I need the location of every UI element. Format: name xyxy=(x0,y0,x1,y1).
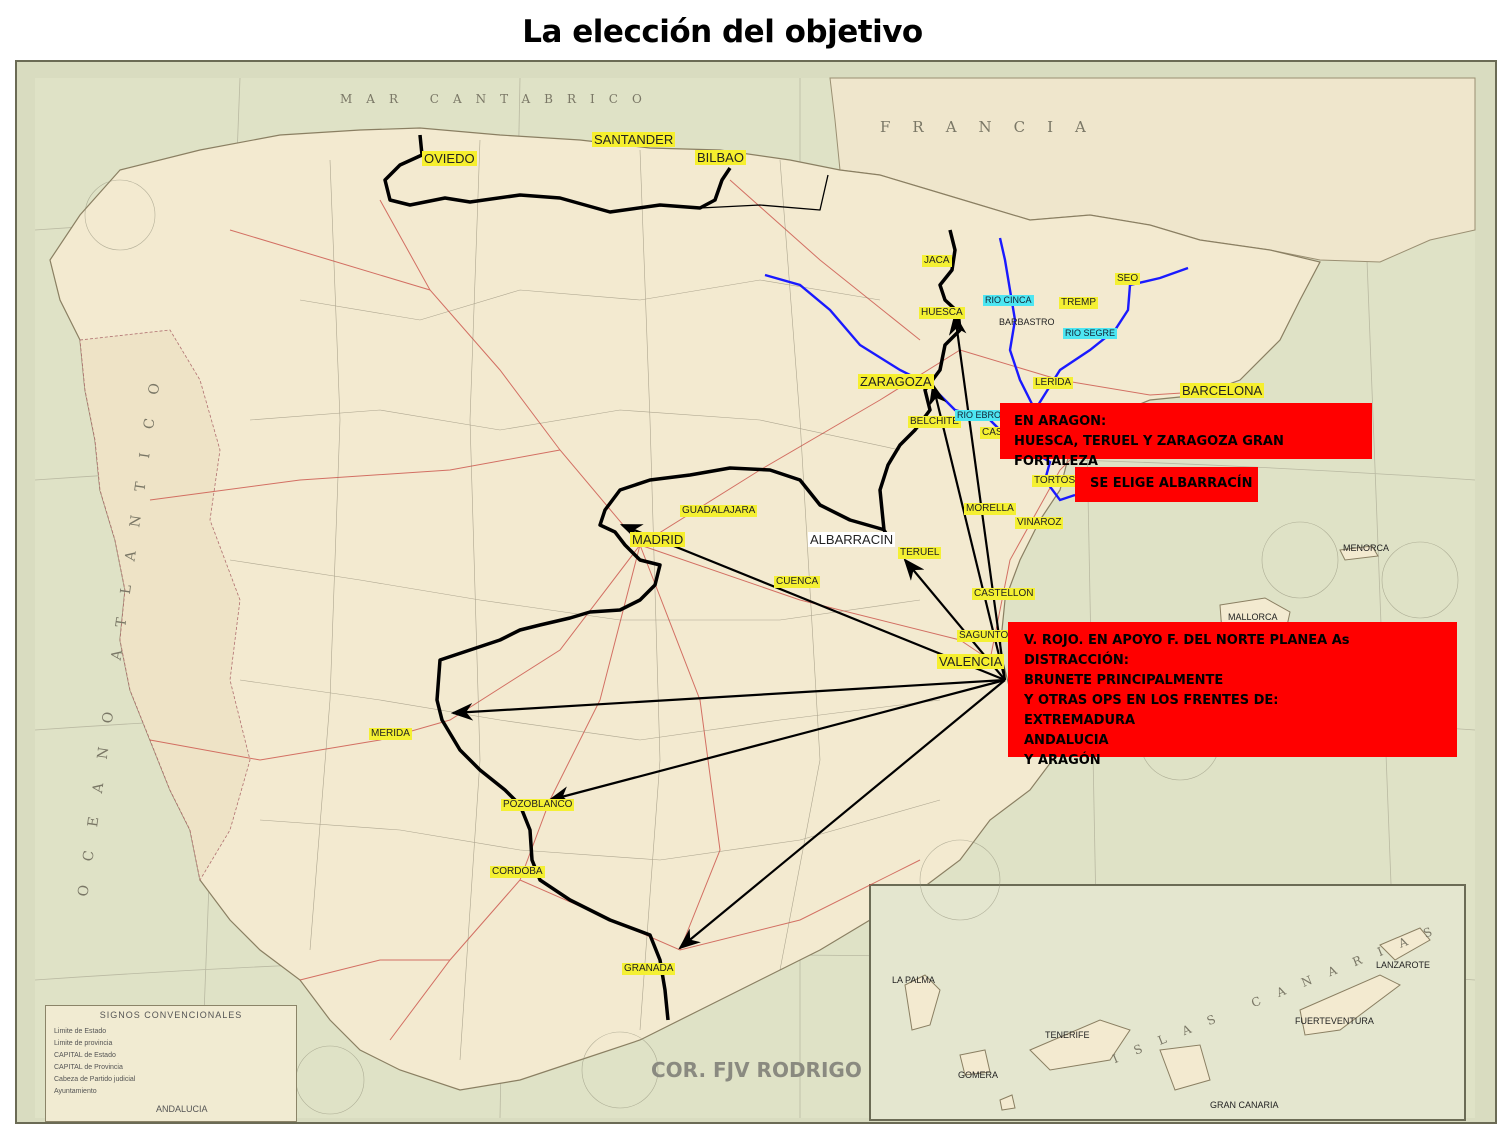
legend-title: SIGNOS CONVENCIONALES xyxy=(99,1010,243,1020)
city-label-barbastro: BARBASTRO xyxy=(999,317,1055,327)
cantabrico-text: MAR CANTABRICO xyxy=(340,92,656,106)
city-label-madrid: MADRID xyxy=(630,532,686,547)
city-label-jaca: JACA xyxy=(922,255,952,267)
menorca-label: MENORCA xyxy=(1343,543,1390,553)
city-label-granada: GRANADA xyxy=(622,963,676,975)
city-label-oviedo: OVIEDO xyxy=(422,151,477,166)
fuerteventura-label: FUERTEVENTURA xyxy=(1295,1016,1374,1026)
plan-box-line: V. ROJO. EN APOYO F. DEL NORTE PLANEA As… xyxy=(1024,633,1350,668)
gomera-label: GOMERA xyxy=(958,1070,999,1080)
city-label-barcelona: BARCELONA xyxy=(1180,383,1265,398)
aragon-annotation-box: EN ARAGON: HUESCA, TERUEL Y ZARAGOZA GRA… xyxy=(1000,403,1372,469)
author-credit: COR. FJV RODRIGO xyxy=(651,1058,862,1082)
city-label-lerida: LERIDA xyxy=(1033,377,1074,389)
legend-row: Ayuntamiento xyxy=(54,1088,97,1095)
river-label-segre: RIO SEGRE xyxy=(1063,328,1118,339)
france-text: FRANCIA xyxy=(880,118,1108,136)
tenerife-label: TENERIFE xyxy=(1045,1030,1090,1040)
map-legend: SIGNOS CONVENCIONALES Limite de Estado L… xyxy=(45,1005,297,1122)
gran-canaria-label: GRAN CANARIA xyxy=(1210,1100,1279,1110)
city-label-merida: MERIDA xyxy=(369,728,412,740)
city-label-huesca: HUESCA xyxy=(919,307,965,319)
legend-row: Limite de provincia xyxy=(54,1040,113,1047)
lanzarote-label: LANZAROTE xyxy=(1376,960,1431,970)
city-label-zaragoza: ZARAGOZA xyxy=(858,374,934,389)
city-label-cuenca: CUENCA xyxy=(774,576,821,588)
city-label-seo: SEO xyxy=(1115,273,1141,285)
mallorca-label: MALLORCA xyxy=(1228,612,1278,622)
city-label-valencia: VALENCIA xyxy=(937,654,1005,669)
plan-annotation-box: V. ROJO. EN APOYO F. DEL NORTE PLANEA As… xyxy=(1008,622,1457,768)
aragon-box-line: EN ARAGON: xyxy=(1014,414,1107,429)
plan-box-line: BRUNETE PRINCIPALMENTE xyxy=(1024,673,1224,688)
city-label-pozoblanco: POZOBLANCO xyxy=(501,799,575,811)
la-palma-label: LA PALMA xyxy=(892,975,935,985)
plan-box-line: Y ARAGÓN xyxy=(1024,753,1101,768)
plan-box-line: Y OTRAS OPS EN LOS FRENTES DE: xyxy=(1024,693,1279,708)
legend-row: Cabeza de Partido judicial xyxy=(54,1076,136,1083)
city-label-vinaroz: VINAROZ xyxy=(1015,517,1064,529)
river-label-ebro: RIO EBRO xyxy=(955,410,1004,421)
plan-box-line: EXTREMADURA xyxy=(1024,713,1136,728)
aragon-box-line: HUESCA, TERUEL Y ZARAGOZA GRAN FORTALEZA xyxy=(1014,434,1284,469)
city-label-tremp: TREMP xyxy=(1059,297,1098,309)
city-label-guadalajara: GUADALAJARA xyxy=(680,505,758,517)
map-canvas xyxy=(34,77,1476,1121)
plan-box-line: ANDALUCIA xyxy=(1024,733,1109,748)
city-label-castellon: CASTELLON xyxy=(972,588,1036,600)
city-label-morella: MORELLA xyxy=(964,503,1016,515)
legend-row: Limite de Estado xyxy=(54,1028,107,1035)
city-label-bilbao: BILBAO xyxy=(695,150,746,165)
city-label-teruel: TERUEL xyxy=(898,547,942,559)
legend-row: CAPITAL de Estado xyxy=(54,1052,116,1059)
river-label-cinca: RIO CINCA xyxy=(983,295,1034,306)
city-label-santander: SANTANDER xyxy=(592,132,676,147)
city-label-sagunto: SAGUNTO xyxy=(957,630,1011,642)
city-label-belchite: BELCHITE xyxy=(908,416,961,428)
legend-andalucia: ANDALUCIA xyxy=(156,1104,208,1114)
legend-row: CAPITAL de Provincia xyxy=(54,1064,123,1071)
albarracin-box-line: SE ELIGE ALBARRACÍN xyxy=(1090,476,1253,491)
city-label-cordoba: CORDOBA xyxy=(490,866,545,878)
city-label-albarracin: ALBARRACIN xyxy=(808,532,896,547)
albarracin-annotation-box: SE ELIGE ALBARRACÍN xyxy=(1075,467,1258,502)
